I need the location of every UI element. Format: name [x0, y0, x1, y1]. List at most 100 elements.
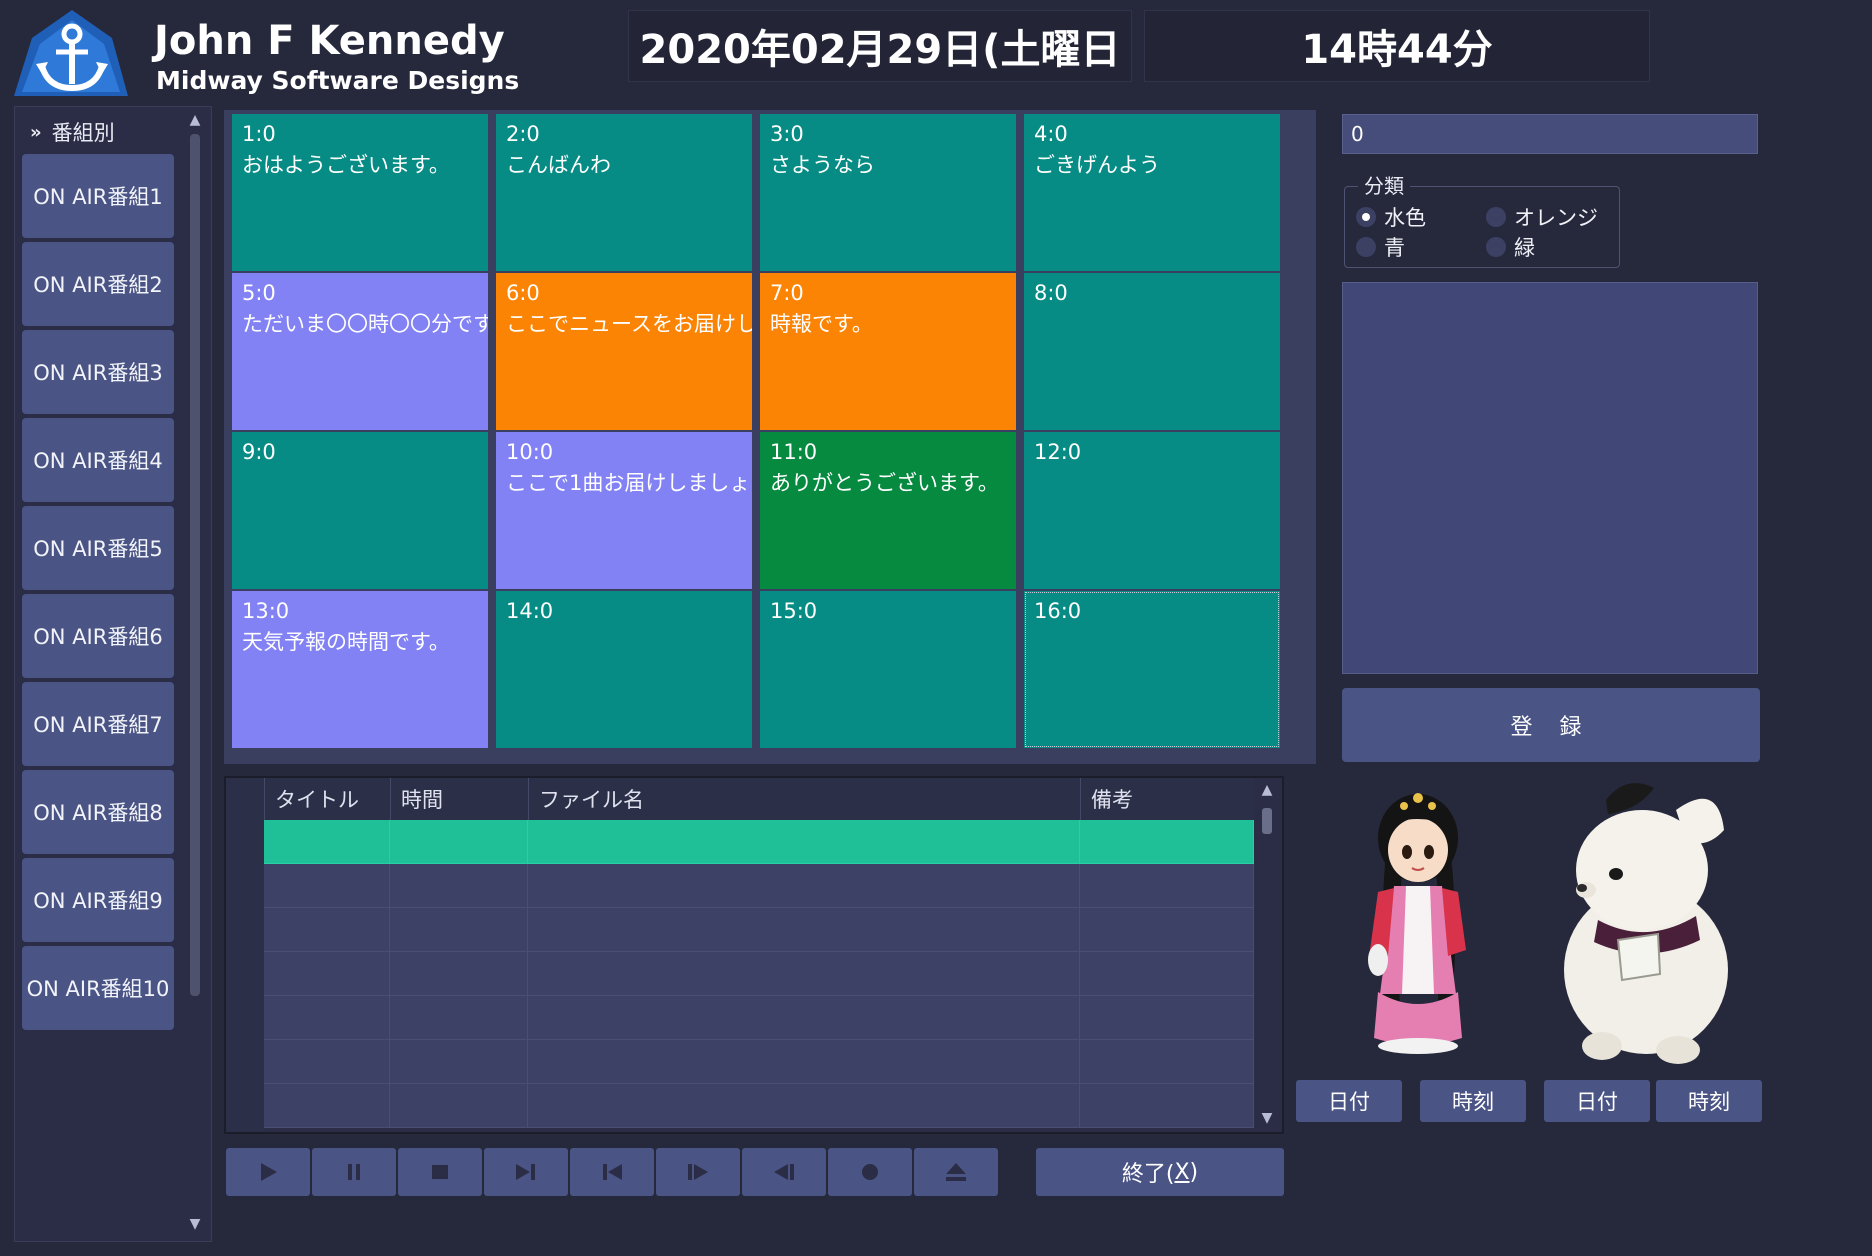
table-cell[interactable] — [390, 996, 528, 1040]
sidebar-item-10[interactable]: ON AIR番組10 — [22, 946, 174, 1030]
sidebar-scroll-up-icon[interactable]: ▲ — [186, 112, 204, 128]
table-cell[interactable] — [264, 996, 390, 1040]
table-cell[interactable] — [528, 1084, 1080, 1128]
grid-cell-13[interactable]: 13:0 天気予報の時間です。 — [232, 591, 488, 748]
table-cell[interactable] — [1080, 1040, 1254, 1084]
table-cell[interactable] — [264, 864, 390, 908]
memo-textarea[interactable] — [1342, 282, 1758, 674]
table-cell[interactable] — [1080, 908, 1254, 952]
eject-icon — [946, 1163, 966, 1181]
table-cell[interactable] — [528, 908, 1080, 952]
date-display: 2020年02月29日(土曜日 — [628, 10, 1132, 82]
grid-cell-14[interactable]: 14:0 — [496, 591, 752, 748]
radio-green[interactable]: 緑 — [1486, 232, 1535, 262]
table-cell[interactable] — [528, 1040, 1080, 1084]
grid-cell-6[interactable]: 6:0 ここでニュースをお届けし — [496, 273, 752, 430]
sidebar-item-8[interactable]: ON AIR番組8 — [22, 770, 174, 854]
grid-cell-16[interactable]: 16:0 — [1024, 591, 1280, 748]
cell-time: 5:0 — [242, 281, 276, 305]
value-input[interactable] — [1342, 114, 1758, 154]
radio-blue[interactable]: 青 — [1356, 232, 1405, 262]
table-cell[interactable] — [528, 996, 1080, 1040]
cell-time: 9:0 — [242, 440, 276, 464]
table-cell[interactable] — [390, 908, 528, 952]
grid-cell-10[interactable]: 10:0 ここで1曲お届けしましょう — [496, 432, 752, 589]
grid-cell-7[interactable]: 7:0 時報です。 — [760, 273, 1016, 430]
time-button-1[interactable]: 時刻 — [1420, 1080, 1526, 1122]
grid-cell-2[interactable]: 2:0 こんばんわ — [496, 114, 752, 271]
sidebar-item-1[interactable]: ON AIR番組1 — [22, 154, 174, 238]
table-scroll-down-icon[interactable]: ▼ — [1258, 1110, 1276, 1126]
cell-time: 3:0 — [770, 122, 804, 146]
table-cell[interactable] — [390, 1084, 528, 1128]
table-cell[interactable] — [1080, 820, 1254, 864]
date-button-2[interactable]: 日付 — [1544, 1080, 1650, 1122]
table-cell[interactable] — [390, 952, 528, 996]
time-button-2[interactable]: 時刻 — [1656, 1080, 1762, 1122]
step-back-icon — [774, 1164, 794, 1180]
grid-cell-8[interactable]: 8:0 — [1024, 273, 1280, 430]
radio-orange[interactable]: オレンジ — [1486, 202, 1598, 232]
radio-checked-icon — [1356, 207, 1376, 227]
table-cell[interactable] — [528, 864, 1080, 908]
table-cell[interactable] — [1080, 952, 1254, 996]
grid-cell-4[interactable]: 4:0 ごきげんよう — [1024, 114, 1280, 271]
sidebar-item-5[interactable]: ON AIR番組5 — [22, 506, 174, 590]
sidebar-group-header[interactable]: » 番組別 — [18, 112, 178, 152]
sidebar-item-3[interactable]: ON AIR番組3 — [22, 330, 174, 414]
column-header-filename[interactable]: ファイル名 — [528, 778, 1080, 820]
step-forward-button[interactable] — [656, 1148, 740, 1196]
table-cell[interactable] — [390, 1040, 528, 1084]
table-cell[interactable] — [264, 820, 390, 864]
sidebar-item-9[interactable]: ON AIR番組9 — [22, 858, 174, 942]
grid-cell-9[interactable]: 9:0 — [232, 432, 488, 589]
date-button-1[interactable]: 日付 — [1296, 1080, 1402, 1122]
cell-message: さようなら — [770, 153, 875, 178]
sidebar-item-4[interactable]: ON AIR番組4 — [22, 418, 174, 502]
table-cell[interactable] — [1080, 996, 1254, 1040]
record-button[interactable] — [828, 1148, 912, 1196]
sidebar-scroll-down-icon[interactable]: ▼ — [186, 1216, 204, 1232]
grid-cell-3[interactable]: 3:0 さようなら — [760, 114, 1016, 271]
column-header-title[interactable]: タイトル — [264, 778, 390, 820]
sidebar-item-2[interactable]: ON AIR番組2 — [22, 242, 174, 326]
column-header-notes[interactable]: 備考 — [1080, 778, 1254, 820]
table-cell[interactable] — [1080, 864, 1254, 908]
grid-cell-15[interactable]: 15:0 — [760, 591, 1016, 748]
skip-previous-button[interactable] — [570, 1148, 654, 1196]
table-cell[interactable] — [528, 820, 1080, 864]
table-cell[interactable] — [528, 952, 1080, 996]
step-back-button[interactable] — [742, 1148, 826, 1196]
plush-animal-image — [1564, 783, 1728, 1064]
exit-button[interactable]: 終了(X) — [1036, 1148, 1284, 1196]
table-cell[interactable] — [390, 820, 528, 864]
radio-unchecked-icon — [1486, 207, 1506, 227]
table-cell[interactable] — [264, 1084, 390, 1128]
grid-cell-5[interactable]: 5:0 ただいま〇〇時〇〇分です — [232, 273, 488, 430]
pause-button[interactable] — [312, 1148, 396, 1196]
cell-time: 14:0 — [506, 599, 554, 623]
table-cell[interactable] — [264, 1040, 390, 1084]
radio-unchecked-icon — [1486, 237, 1506, 257]
stop-button[interactable] — [398, 1148, 482, 1196]
skip-next-button[interactable] — [484, 1148, 568, 1196]
table-cell[interactable] — [264, 908, 390, 952]
eject-button[interactable] — [914, 1148, 998, 1196]
register-button[interactable]: 登 録 — [1342, 688, 1760, 762]
play-button[interactable] — [226, 1148, 310, 1196]
grid-cell-12[interactable]: 12:0 — [1024, 432, 1280, 589]
grid-cell-11[interactable]: 11:0 ありがとうございます。 — [760, 432, 1016, 589]
sidebar-item-7[interactable]: ON AIR番組7 — [22, 682, 174, 766]
cell-time: 8:0 — [1034, 281, 1068, 305]
column-header-time[interactable]: 時間 — [390, 778, 528, 820]
table-scrollbar-thumb[interactable] — [1262, 808, 1272, 834]
grid-cell-1[interactable]: 1:0 おはようございます。 — [232, 114, 488, 271]
table-cell[interactable] — [390, 864, 528, 908]
sidebar-scrollbar-thumb[interactable] — [190, 134, 200, 996]
radio-light-blue[interactable]: 水色 — [1356, 202, 1426, 232]
radio-unchecked-icon — [1356, 237, 1376, 257]
table-cell[interactable] — [264, 952, 390, 996]
sidebar-item-6[interactable]: ON AIR番組6 — [22, 594, 174, 678]
table-scroll-up-icon[interactable]: ▲ — [1258, 782, 1276, 798]
table-cell[interactable] — [1080, 1084, 1254, 1128]
